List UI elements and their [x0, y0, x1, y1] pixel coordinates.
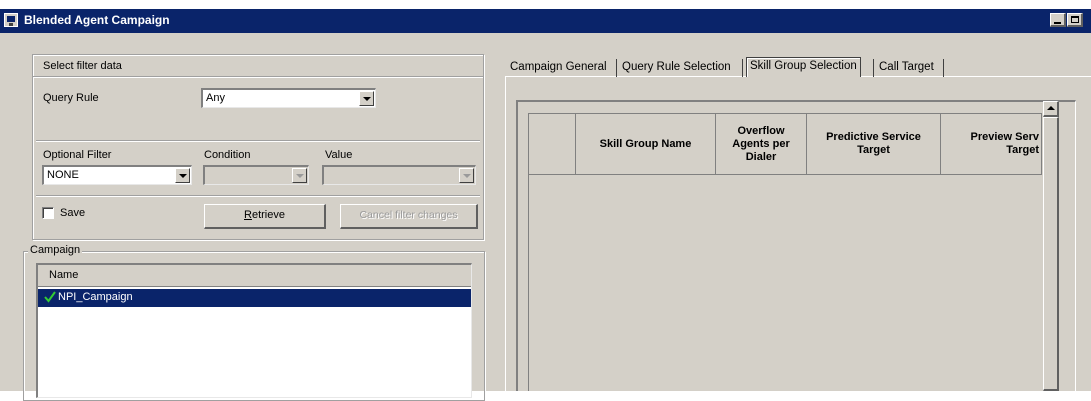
- retrieve-mnemonic: R: [244, 209, 252, 221]
- retrieve-button[interactable]: Retrieve: [204, 204, 326, 229]
- optional-filter-label: Optional Filter: [43, 149, 112, 161]
- skill-group-name-header[interactable]: Skill Group Name: [576, 114, 716, 175]
- predictive-service-target-header-text: Predictive Service Target: [826, 131, 921, 156]
- preview-service-target-header[interactable]: Preview Serv Target: [941, 114, 1042, 175]
- tab-separator: [616, 59, 617, 77]
- maximize-icon: [1071, 16, 1079, 23]
- minimize-button[interactable]: [1050, 13, 1066, 27]
- value-label: Value: [325, 149, 353, 161]
- chevron-down-icon[interactable]: [175, 168, 190, 183]
- campaign-name: NPI_Campaign: [58, 291, 133, 303]
- checkmark-icon-svg: [44, 291, 56, 303]
- cancel-filter-changes-label: Cancel filter changes: [359, 209, 458, 221]
- value-select: [322, 165, 476, 185]
- predictive-service-target-header[interactable]: Predictive Service Target: [807, 114, 941, 175]
- cancel-filter-changes-button: Cancel filter changes: [340, 204, 478, 229]
- overflow-agents-header[interactable]: Overflow Agents per Dialer: [716, 114, 807, 175]
- tab-separator: [873, 59, 874, 77]
- campaign-list[interactable]: Name NPI_Campaign: [36, 263, 472, 398]
- retrieve-label: etrieve: [251, 209, 285, 221]
- scroll-thumb[interactable]: [1043, 117, 1059, 391]
- query-rule-value: Any: [206, 92, 225, 104]
- tab-campaign-general[interactable]: Campaign General: [507, 59, 610, 77]
- query-rule-label: Query Rule: [43, 92, 99, 104]
- tab-separator: [742, 59, 743, 77]
- condition-select: [203, 165, 309, 185]
- checkmark-icon[interactable]: [44, 290, 56, 304]
- campaign-row[interactable]: NPI_Campaign: [38, 289, 471, 307]
- tab-skill-group-selection[interactable]: Skill Group Selection: [746, 57, 861, 77]
- window-title: Blended Agent Campaign: [24, 13, 170, 27]
- filter-divider: [36, 140, 480, 141]
- maximize-button[interactable]: [1067, 13, 1083, 27]
- chevron-down-icon: [292, 168, 307, 183]
- minimize-icon: [1054, 22, 1061, 24]
- optional-filter-select[interactable]: NONE: [42, 165, 192, 185]
- optional-filter-value: NONE: [47, 169, 79, 181]
- title-bar: Blended Agent Campaign: [0, 9, 1091, 33]
- tab-call-target[interactable]: Call Target: [876, 59, 937, 77]
- app-icon[interactable]: [4, 13, 18, 27]
- skill-group-name-header-text: Skill Group Name: [599, 137, 692, 150]
- condition-label: Condition: [204, 149, 251, 161]
- scroll-up-icon: [1047, 106, 1055, 110]
- column-name-header[interactable]: Name: [49, 269, 78, 281]
- tab-query-rule-selection[interactable]: Query Rule Selection: [619, 59, 734, 77]
- overflow-agents-header-text: Overflow Agents per Dialer: [732, 124, 790, 163]
- filter-group-header-line: [33, 76, 483, 77]
- preview-service-target-header-text: Preview Serv Target: [970, 131, 1040, 156]
- filter-divider: [36, 195, 480, 196]
- row-selector-header: [529, 114, 576, 175]
- save-checkbox[interactable]: [42, 207, 54, 219]
- campaign-group-label: Campaign: [28, 244, 83, 256]
- filter-group-label: Select filter data: [43, 60, 122, 72]
- chevron-down-icon[interactable]: [359, 91, 374, 106]
- save-label[interactable]: Save: [60, 207, 85, 219]
- campaign-list-header: Name: [38, 265, 471, 287]
- tab-separator: [943, 59, 944, 77]
- chevron-down-icon: [459, 168, 474, 183]
- query-rule-select[interactable]: Any: [201, 88, 376, 108]
- scroll-up-button[interactable]: [1043, 101, 1059, 117]
